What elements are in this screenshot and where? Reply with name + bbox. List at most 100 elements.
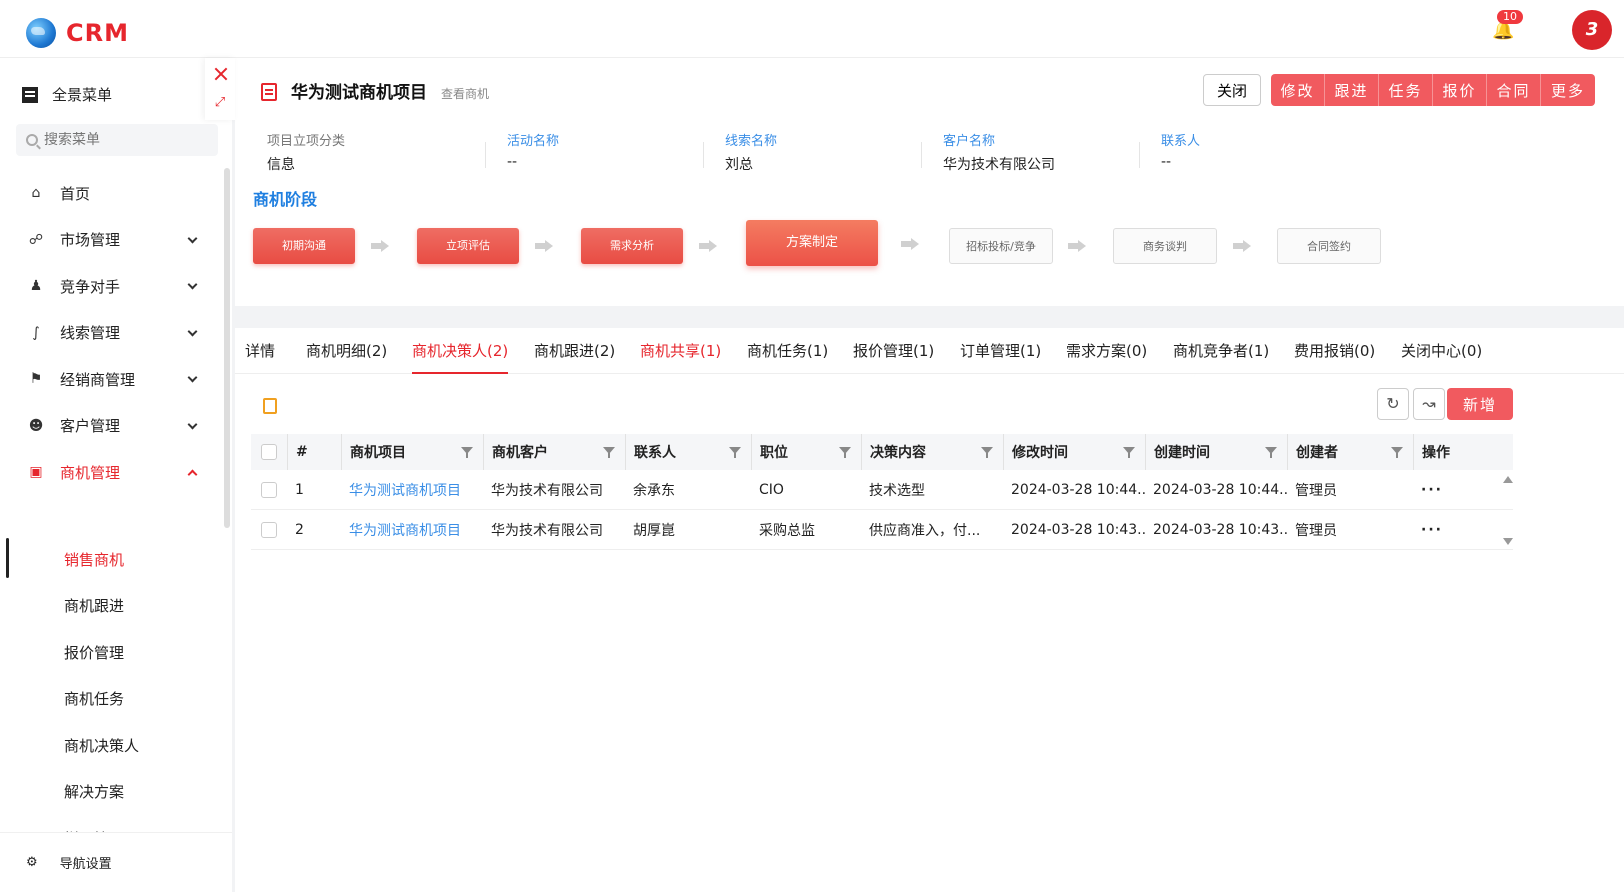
filter-icon[interactable] [1265,447,1277,458]
filter-icon[interactable] [1123,447,1135,458]
panel-side-tools: ⤢ [205,58,235,120]
sidebar-item-dealer[interactable]: ⚑ 经销商管理 [0,356,224,403]
row-checkbox[interactable] [261,521,277,538]
sidebar-item-competitor[interactable]: ♟ 竞争对手 [0,263,224,310]
column-header-creator[interactable]: 创建者 [1287,434,1413,470]
sidebar-item-lead[interactable]: ∫ 线索管理 [0,310,224,357]
tab-details[interactable]: 详情 [245,340,275,374]
sidebar-scrollbar[interactable] [224,168,230,528]
filter-icon[interactable] [839,447,851,458]
column-header-contact[interactable]: 联系人 [625,434,751,470]
stage-project-evaluation[interactable]: 立项评估 [417,228,519,264]
contract-button[interactable]: 合同 [1487,74,1541,106]
filter-icon[interactable] [461,447,473,458]
tab-sharing[interactable]: 商机共享(1) [640,340,721,374]
select-all-checkbox[interactable] [261,444,277,460]
stage-requirement-analysis[interactable]: 需求分析 [581,228,683,264]
stage-negotiation[interactable]: 商务谈判 [1113,228,1217,264]
project-link[interactable]: 华为测试商机项目 [341,510,483,549]
tab-opportunity-items[interactable]: 商机明细(2) [306,340,387,374]
column-header: # [287,434,341,470]
column-header-created[interactable]: 创建时间 [1145,434,1287,470]
creator-cell: 管理员 [1295,482,1337,499]
row-actions-more[interactable]: ··· [1413,510,1513,549]
expand-icon[interactable]: ⤢ [213,96,227,110]
sidebar-item-label: 线索管理 [60,324,121,343]
stage-initial-contact[interactable]: 初期沟通 [253,228,355,264]
search-box[interactable] [16,124,218,156]
filter-icon[interactable] [1391,447,1403,458]
created-cell: 2024-03-28 10:43... [1153,521,1287,538]
sidebar-subitem-task[interactable]: 商机任务 [0,676,224,723]
sidebar-item-label: 经销商管理 [60,370,136,389]
tab-competitors[interactable]: 商机竞争者(1) [1173,340,1269,374]
stage-solution-design[interactable]: 方案制定 [746,220,878,266]
stage-title: 商机阶段 [253,190,318,209]
table-row[interactable]: 2 华为测试商机项目 华为技术有限公司 胡厚崑 采购总监 供应商准入，付... … [251,510,1513,550]
column-header-position[interactable]: 职位 [751,434,861,470]
tab-followups[interactable]: 商机跟进(2) [534,340,615,374]
followup-button[interactable]: 跟进 [1325,74,1379,106]
filter-icon[interactable] [603,447,615,458]
filter-icon[interactable] [981,447,993,458]
column-header-customer[interactable]: 商机客户 [483,434,625,470]
filter-icon[interactable] [729,447,741,458]
sidebar-subitem-followup[interactable]: 商机跟进 [0,583,224,630]
search-input[interactable] [44,132,204,148]
sidebar-subitem-decision-maker[interactable]: 商机决策人 [0,722,224,769]
field-label: 客户名称 [943,134,996,149]
column-header-project[interactable]: 商机项目 [341,434,483,470]
more-button[interactable]: 更多 [1541,74,1595,106]
sidebar-subitem-solution[interactable]: 解决方案 [0,769,224,816]
tab-decision-makers[interactable]: 商机决策人(2) [412,340,509,374]
competitor-icon: ♟ [29,278,43,295]
column-header-decision[interactable]: 决策内容 [861,434,1003,470]
quote-button[interactable]: 报价 [1433,74,1487,106]
chart-button[interactable]: ↝ [1413,388,1445,420]
stage-flow: 初期沟通 立项评估 需求分析 方案制定 招标投标/竞争 商务谈判 合同签约 [253,220,1403,270]
field-value[interactable]: 刘总 [725,154,921,174]
sidebar-item-label: 客户管理 [60,417,121,436]
arrow-right-icon [699,240,719,252]
nav-setting-button[interactable]: ⚙ 导航设置 [0,832,232,892]
tab-close-center[interactable]: 关闭中心(0) [1401,340,1482,374]
edit-button[interactable]: 修改 [1271,74,1325,106]
field-value[interactable]: 华为技术有限公司 [943,154,1139,174]
tab-requirements[interactable]: 需求方案(0) [1066,340,1147,374]
panel-header: 华为测试商机项目 查看商机 [261,78,489,103]
brand-avatar[interactable]: 3 [1572,10,1612,50]
sidebar-nav: ⌂ 首页 ☍ 市场管理 ♟ 竞争对手 ∫ 线索管理 ⚑ 经销商管理 ☻ 客户管理 [0,170,224,496]
sidebar-item-market[interactable]: ☍ 市场管理 [0,217,224,264]
sidebar-subitem-quote[interactable]: 报价管理 [0,629,224,676]
stage-contract-signing[interactable]: 合同签约 [1277,228,1381,264]
logo-text: CRM [66,19,129,47]
panorama-menu[interactable]: 全景菜单 [22,84,112,105]
row-checkbox[interactable] [261,481,277,498]
add-button[interactable]: 新增 [1447,388,1513,420]
table-row[interactable]: 1 华为测试商机项目 华为技术有限公司 余承东 CIO 技术选型 2024-03… [251,470,1513,510]
stage-bidding[interactable]: 招标投标/竞争 [949,228,1053,264]
task-button[interactable]: 任务 [1379,74,1433,106]
refresh-button[interactable]: ↻ [1377,388,1409,420]
tab-expenses[interactable]: 费用报销(0) [1294,340,1375,374]
scroll-up-icon[interactable] [1503,476,1513,483]
decision-maker-table: # 商机项目 商机客户 联系人 职位 决策内容 修改时间 创建时间 创建者 操作… [251,434,1513,550]
sidebar-item-customer[interactable]: ☻ 客户管理 [0,403,224,450]
row-actions-more[interactable]: ··· [1413,470,1513,509]
sidebar-subitem-sales-opportunity[interactable]: 销售商机 [0,536,224,583]
chevron-up-icon [187,469,198,480]
column-header-modified[interactable]: 修改时间 [1003,434,1145,470]
logo[interactable]: CRM [26,18,129,48]
sidebar-item-opportunity[interactable]: ▣ 商机管理 [0,449,224,496]
close-icon[interactable] [213,66,229,82]
sidebar-item-home[interactable]: ⌂ 首页 [0,170,224,217]
modified-cell: 2024-03-28 10:43... [1011,521,1145,538]
close-button[interactable]: 关闭 [1203,74,1261,106]
tab-tasks[interactable]: 商机任务(1) [747,340,828,374]
table-scrollbar[interactable] [1501,470,1513,550]
tab-orders[interactable]: 订单管理(1) [960,340,1041,374]
scroll-down-icon[interactable] [1503,538,1513,545]
project-link[interactable]: 华为测试商机项目 [341,470,483,509]
export-icon[interactable] [263,398,277,414]
tab-quotes[interactable]: 报价管理(1) [853,340,934,374]
